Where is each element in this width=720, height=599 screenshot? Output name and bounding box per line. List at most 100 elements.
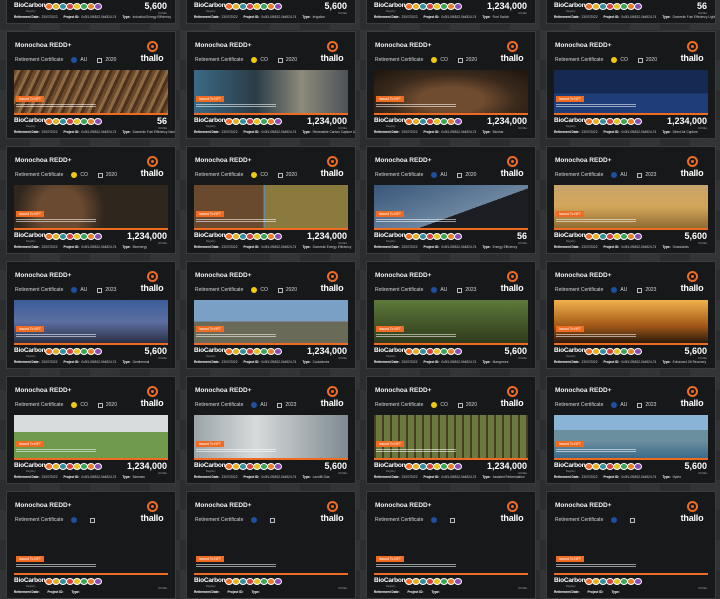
sdg-seal-icon — [634, 118, 642, 125]
certificate-card[interactable]: Monochoa REDD+ Retirement Certificate AU 20… — [546, 376, 716, 484]
retirement-date-label: Retirement Date: — [14, 475, 40, 479]
certificate-card[interactable]: Monochoa REDD+ Retirement Certificate AU 20… — [6, 261, 176, 369]
biocarbon-registry-label: Registry — [386, 470, 396, 473]
serial-lines — [16, 334, 96, 339]
certificate-card[interactable]: Monochoa REDD+Retirement Certificatethal… — [6, 0, 176, 24]
thallo-ring-icon — [146, 271, 158, 282]
certificate-row: Retirement Certificate AU 2020 — [375, 172, 476, 178]
project-title: Monochoa REDD+ — [375, 42, 432, 49]
certificate-card[interactable]: Monochoa REDD+ Retirement Certificate AU 20… — [546, 146, 716, 254]
project-id: Project ID: 0x3f1-0f6512-0b4524-74 — [423, 15, 476, 19]
certificate-card[interactable]: Monochoa REDD+Retirement Certificatethal… — [546, 0, 716, 24]
certificate-card[interactable]: Monochoa REDD+ Retirement Certificate AU 20… — [186, 376, 356, 484]
project-photo: Issued To NFT — [374, 70, 528, 113]
serial-lines — [376, 564, 456, 569]
retired-amount: 1,234,000 — [486, 461, 527, 471]
country-code: CO — [80, 402, 88, 408]
certificate-card[interactable]: Monochoa REDD+ Retirement Certificate CO 20… — [186, 146, 356, 254]
sdg-seal-icon — [94, 3, 102, 10]
certificate-row: Retirement Certificate CO 2020 — [375, 57, 477, 63]
certificate-card[interactable]: Monochoa REDD+ Retirement Certificate CO 20… — [366, 31, 536, 139]
retirement-date-label: Retirement Date: — [374, 245, 400, 249]
biocarbon-registry-label: Registry — [566, 125, 576, 128]
certificate-meta: Retirement Date: 23/07/2022 Project ID: 0x3… — [14, 245, 153, 249]
certificate-card[interactable]: Monochoa REDD+Retirement Certificatethal… — [6, 491, 176, 599]
certificate-card[interactable]: Monochoa REDD+ Retirement Certificate CO 20… — [6, 146, 176, 254]
retirement-date-value: 23/07/2022 — [41, 245, 58, 249]
certificate-card[interactable]: Monochoa REDD+ Retirement Certificate AU 20… — [366, 146, 536, 254]
sdg-seal-icon — [94, 463, 102, 470]
certificate-card[interactable]: Monochoa REDD+Retirement Certificatethal… — [186, 491, 356, 599]
sdg-seal-icon — [454, 463, 462, 470]
biocarbon-registry-label: Registry — [386, 10, 396, 13]
retirement-date-label: Retirement Date: — [374, 360, 400, 364]
certificate-card[interactable]: Monochoa REDD+Retirement Certificatethal… — [546, 491, 716, 599]
project-type: Type: Hydro — [662, 475, 681, 479]
project-type-label: Type: — [482, 15, 491, 19]
country-code: CO — [440, 402, 448, 408]
country-flag-icon — [611, 172, 618, 178]
biocarbon-registry-label: Registry — [386, 125, 396, 128]
certificate-card[interactable]: Monochoa REDD+ Retirement Certificate AU 20… — [366, 261, 536, 369]
thallo-ring-icon — [686, 386, 698, 397]
thallo-logo: thallo — [135, 41, 169, 67]
card-footer: BioCarbon Registry 5,600 tCO2e Retirement Da… — [7, 345, 175, 368]
certificate-card[interactable]: Monochoa REDD+Retirement Certificatethal… — [366, 491, 536, 599]
card-footer: BioCarbon Registry 1,234,000 tCO2e Retiremen… — [187, 115, 355, 138]
retirement-date: Retirement Date: 23/07/2022 — [194, 130, 237, 134]
certificate-card[interactable]: Monochoa REDD+ Retirement Certificate AU 20… — [546, 261, 716, 369]
project-type: Type:Domestic Fuel Efficiency Navigation — [122, 130, 175, 134]
sdg-seals — [45, 118, 102, 125]
retirement-date-label: Retirement Date: — [374, 130, 400, 134]
certificate-card[interactable]: Monochoa REDD+ Retirement Certificate CO 20… — [6, 376, 176, 484]
biocarbon-logo: BioCarbon — [194, 347, 226, 354]
project-id-label: Project ID: — [227, 590, 244, 594]
retirement-date: Retirement Date: 23/07/2022 — [374, 360, 417, 364]
calendar-icon — [450, 517, 456, 523]
retired-amount: 56 — [696, 1, 707, 11]
retirement-date-value: 23/07/2022 — [401, 360, 418, 364]
retired-amount: 56 — [516, 231, 527, 241]
vintage-year: 2020 — [465, 402, 477, 408]
certificate-card[interactable]: Monochoa REDD+ Retirement Certificate CO 20… — [186, 31, 356, 139]
project-type: Type: — [71, 590, 81, 594]
sdg-seals — [585, 348, 642, 355]
retired-amount: 5,600 — [684, 231, 707, 241]
footer-top: BioCarbon Registry 1,234,000 tCO2e — [7, 460, 175, 475]
project-id-value: 0x3f1-0f6512-0b4524-74 — [621, 130, 657, 134]
amount-unit: tCO2e — [338, 356, 347, 360]
project-id: Project ID: 0x3f1-0f6512-0b4524-74 — [243, 360, 296, 364]
footer-top: BioCarbon Registry 1,234,000 tCO2e — [367, 460, 535, 475]
certificate-card[interactable]: Monochoa REDD+ Retirement Certificate CO 20… — [186, 261, 356, 369]
project-type-value: Direct Air Capture — [672, 130, 698, 134]
thallo-ring-icon — [326, 156, 338, 167]
retirement-date-label: Retirement Date: — [14, 15, 40, 19]
sdg-seal-icon — [454, 348, 462, 355]
certificate-card[interactable]: Monochoa REDD+ Retirement Certificate CO 20… — [366, 376, 536, 484]
thallo-logo: thallo — [495, 271, 529, 297]
serial-lines — [376, 449, 456, 454]
retired-amount: 5,600 — [324, 1, 347, 11]
sdg-seals — [225, 463, 282, 470]
amount-unit: tCO2e — [518, 11, 527, 15]
certificate-card[interactable]: Monochoa REDD+Retirement Certificatethal… — [186, 0, 356, 24]
certificate-meta: Retirement Date: 23/07/2022 Project ID: 0x3… — [554, 245, 695, 249]
card-footer: BioCarbon Registry 1,234,000 tCO2e Retiremen… — [187, 345, 355, 368]
issued-nft-badge: Issued To NFT — [376, 211, 404, 217]
project-type-value: Energy Efficiency — [492, 245, 518, 249]
certificate-card[interactable]: Monochoa REDD+ Retirement Certificate CO 20… — [546, 31, 716, 139]
thallo-ring-icon — [506, 271, 518, 282]
project-type: Type: Cookstoves — [302, 360, 329, 364]
certificate-meta: Retirement Date: 23/07/2022 Project ID: 0x3… — [14, 360, 155, 364]
project-type-label: Type: — [482, 130, 491, 134]
project-type-label: Type: — [662, 360, 671, 364]
sdg-seals — [405, 348, 462, 355]
project-id: Project ID: 0x3f1-0f6512-0b4524-74 — [423, 360, 476, 364]
certificate-card[interactable]: Monochoa REDD+ Retirement Certificate AU 20… — [6, 31, 176, 139]
retirement-date-label: Retirement Date: — [14, 130, 40, 134]
project-id: Project ID: 0x3f1-0f6512-0b4524-74 — [603, 245, 656, 249]
project-type-label: Type: — [482, 475, 491, 479]
sdg-seal-icon — [274, 578, 282, 585]
sdg-seals — [405, 463, 462, 470]
certificate-card[interactable]: Monochoa REDD+Retirement Certificatethal… — [366, 0, 536, 24]
